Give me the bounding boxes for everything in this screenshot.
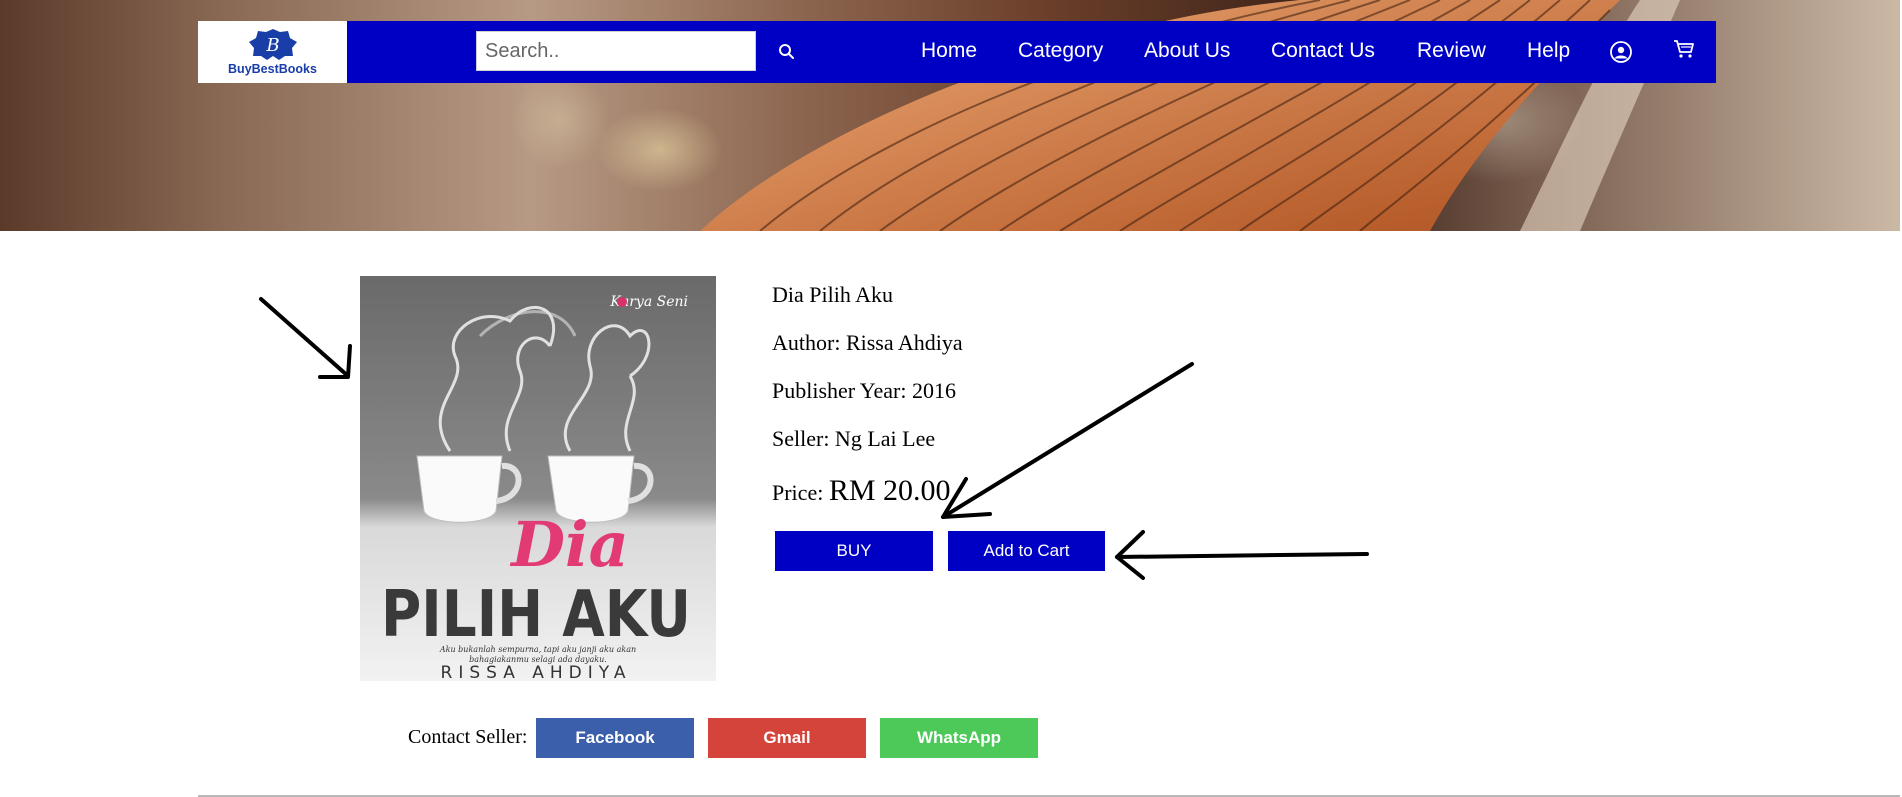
product-author: Author: Rissa Ahdiya (772, 330, 963, 355)
svg-text:Dia: Dia (509, 508, 629, 581)
search-input[interactable] (476, 31, 756, 71)
svg-text:Aku bukanlah sempurna, tapi ak: Aku bukanlah sempurna, tapi aku janji ak… (439, 645, 636, 654)
user-circle-icon[interactable] (1609, 40, 1633, 64)
cart-icon[interactable] (1672, 37, 1696, 61)
arrow-to-add-to-cart-icon (1115, 530, 1369, 580)
navbar: B BuyBestBooks Home Category About Us Co… (198, 21, 1716, 83)
product-seller: Seller: Ng Lai Lee (772, 426, 936, 451)
gmail-button[interactable]: Gmail (708, 718, 866, 758)
whatsapp-button[interactable]: WhatsApp (880, 718, 1038, 758)
product-title: Dia Pilih Aku (772, 282, 894, 307)
brand-logo[interactable]: B BuyBestBooks (198, 21, 347, 83)
price-label: Price: (772, 480, 824, 505)
svg-text:RISSA AHDIYA: RISSA AHDIYA (441, 663, 632, 681)
nav-review[interactable]: Review (1417, 39, 1486, 63)
contact-seller-label: Contact Seller: (408, 726, 528, 748)
product-price: Price: RM 20.00 (772, 474, 951, 508)
nav-about-us[interactable]: About Us (1144, 39, 1230, 63)
svg-text:B: B (265, 35, 279, 56)
brand-name: BuyBestBooks (228, 62, 317, 76)
book-cover-image: Karya Seni Dia PILIH AKU Aku bukanlah se… (360, 276, 716, 681)
svg-text:PILIH AKU: PILIH AKU (381, 578, 691, 652)
price-value: RM 20.00 (828, 474, 951, 507)
nav-help[interactable]: Help (1527, 39, 1570, 63)
nav-home[interactable]: Home (921, 39, 977, 63)
add-to-cart-button[interactable]: Add to Cart (948, 531, 1105, 571)
arrow-to-cover-icon (259, 297, 352, 379)
hero-banner: B BuyBestBooks Home Category About Us Co… (0, 0, 1900, 231)
logo-badge-icon: B (249, 29, 297, 60)
facebook-button[interactable]: Facebook (536, 718, 694, 758)
buy-button[interactable]: BUY (775, 531, 933, 571)
search-icon[interactable] (776, 41, 798, 63)
nav-contact-us[interactable]: Contact Us (1271, 39, 1375, 63)
nav-category[interactable]: Category (1018, 39, 1103, 63)
product-year: Publisher Year: 2016 (772, 378, 956, 403)
arrow-to-price-icon (941, 362, 1194, 519)
